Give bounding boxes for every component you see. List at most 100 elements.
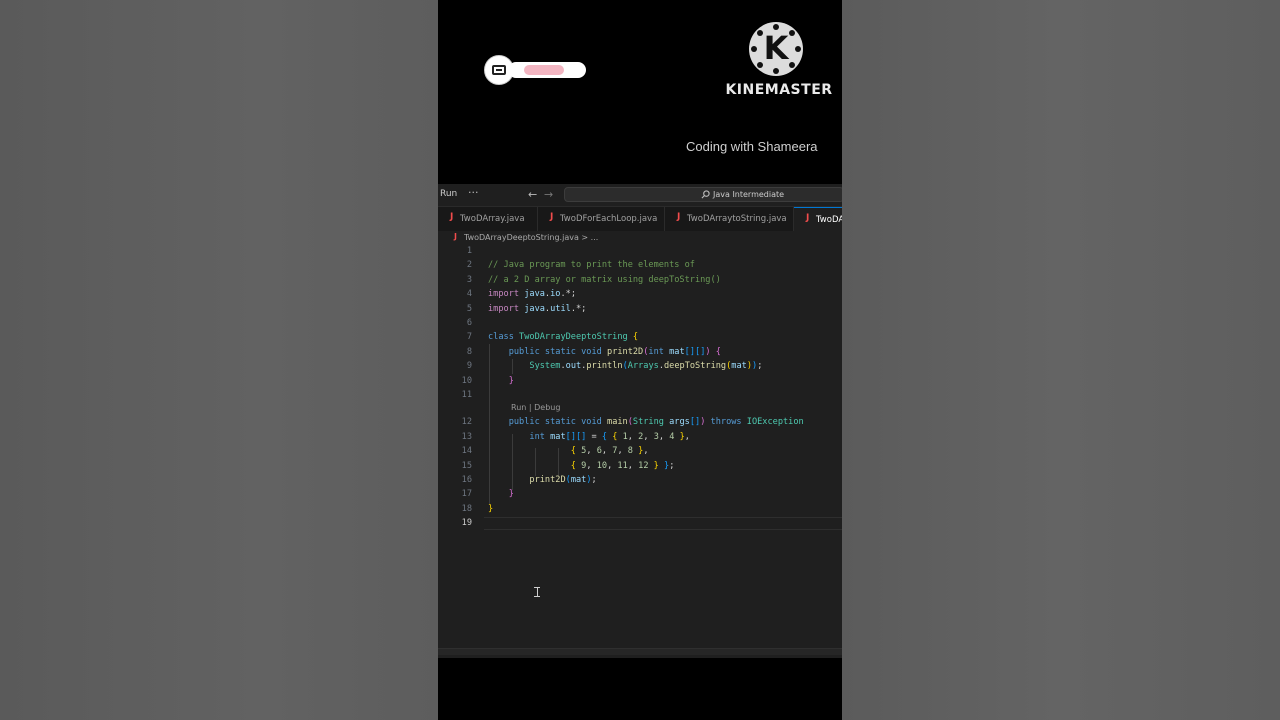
code-token: .*; bbox=[570, 303, 587, 314]
run-debug-codelens[interactable]: Run | Debug bbox=[511, 403, 560, 412]
breadcrumb-path: TwoDArrayDeeptoString.java > ... bbox=[464, 233, 599, 242]
code-token: import bbox=[488, 303, 525, 314]
code-token: 11 bbox=[617, 460, 628, 471]
code-token: // a 2 D array or matrix using deepToStr… bbox=[488, 274, 721, 285]
code-token: ; bbox=[591, 475, 597, 485]
code-token: int bbox=[529, 431, 551, 442]
tab-twodarraytostring[interactable]: J TwoDArraytoString.java bbox=[665, 207, 794, 231]
code-token: } bbox=[648, 460, 659, 471]
command-center-search[interactable]: Java Intermediate bbox=[564, 187, 842, 202]
channel-caption: Coding with Shameera bbox=[686, 139, 818, 154]
code-line[interactable]: System.out.println(Arrays.deepToString(m… bbox=[488, 361, 762, 371]
code-line[interactable]: int mat[][] = { { 1, 2, 3, 4 }, bbox=[488, 432, 690, 442]
more-menu-icon[interactable]: ··· bbox=[468, 186, 479, 199]
code-line[interactable]: // Java program to print the elements of bbox=[488, 260, 695, 270]
code-token: import bbox=[488, 289, 525, 300]
code-token: [] bbox=[695, 346, 706, 357]
menu-run[interactable]: Run bbox=[440, 189, 457, 199]
code-token: , bbox=[684, 431, 690, 442]
line-number: 6 bbox=[466, 318, 472, 328]
code-token: print2D bbox=[529, 475, 566, 485]
search-icon bbox=[701, 190, 710, 199]
blurred-background-right bbox=[842, 0, 1280, 720]
java-file-icon: J bbox=[677, 212, 681, 222]
code-line[interactable]: public static void print2D(int mat[][]) … bbox=[488, 347, 721, 357]
video-frame: K KINEMASTER Run ··· ← → Java Intermedia… bbox=[438, 0, 842, 720]
line-number: 7 bbox=[466, 332, 472, 343]
tab-twodarray[interactable]: J TwoDArray.java bbox=[438, 207, 538, 231]
code-token: class bbox=[488, 332, 520, 343]
kinemaster-logo-icon: K bbox=[749, 22, 803, 76]
code-token: IOException bbox=[746, 417, 804, 428]
tab-label: TwoDArraytoString.java bbox=[687, 214, 787, 224]
horizontal-scrollbar[interactable] bbox=[438, 648, 842, 655]
code-token: , bbox=[586, 460, 597, 471]
code-token: } bbox=[632, 446, 644, 457]
code-token: [] bbox=[689, 417, 701, 428]
code-token: { bbox=[570, 446, 582, 457]
code-line[interactable]: class TwoDArrayDeeptoString { bbox=[488, 332, 638, 342]
code-token: [] bbox=[576, 431, 587, 442]
code-token: out bbox=[565, 361, 582, 372]
code-token: ; bbox=[669, 460, 675, 471]
subscribe-pill bbox=[508, 62, 586, 78]
code-token: mat bbox=[550, 431, 566, 442]
tab-twodarraydeeptostring[interactable]: J TwoDArrayDeeptoString.java bbox=[794, 207, 842, 231]
title-bar: Run ··· ← → Java Intermediate bbox=[438, 184, 842, 207]
line-number: 18 bbox=[461, 503, 472, 514]
code-token: args bbox=[669, 417, 690, 428]
code-token: , bbox=[601, 446, 613, 457]
code-token: [] bbox=[565, 431, 576, 442]
current-line-highlight bbox=[484, 517, 842, 531]
code-editor[interactable]: 1 2// Java program to print the elements … bbox=[438, 244, 842, 644]
code-token: = bbox=[586, 431, 602, 442]
java-file-icon: J bbox=[454, 232, 457, 241]
line-number: 5 bbox=[466, 303, 472, 314]
line-number: 14 bbox=[461, 446, 472, 457]
code-token: , bbox=[643, 446, 649, 457]
line-number: 13 bbox=[461, 431, 472, 442]
code-token: println bbox=[586, 361, 623, 372]
code-line[interactable]: { 5, 6, 7, 8 }, bbox=[488, 446, 649, 456]
java-file-icon: J bbox=[550, 212, 554, 222]
forward-arrow-icon[interactable]: → bbox=[544, 188, 553, 201]
blurred-background-left bbox=[0, 0, 438, 720]
line-number: 17 bbox=[461, 489, 472, 500]
code-token: util bbox=[550, 303, 571, 314]
code-line[interactable]: print2D(mat); bbox=[488, 475, 597, 485]
code-token: , bbox=[586, 446, 597, 457]
back-arrow-icon[interactable]: ← bbox=[528, 188, 537, 201]
code-line[interactable]: import java.io.*; bbox=[488, 289, 576, 299]
code-token: mat bbox=[570, 475, 587, 485]
line-number: 11 bbox=[461, 390, 472, 400]
code-token: } bbox=[508, 489, 514, 500]
code-token: 10 bbox=[596, 460, 608, 471]
code-token: ; bbox=[757, 361, 763, 372]
code-line[interactable]: } bbox=[488, 376, 514, 386]
tab-label: TwoDArray.java bbox=[460, 214, 525, 224]
subscribe-badge[interactable] bbox=[484, 55, 586, 85]
vscode-window: Run ··· ← → Java Intermediate J TwoDArra… bbox=[438, 184, 842, 658]
code-token: .*; bbox=[560, 289, 576, 300]
code-line[interactable]: } bbox=[488, 504, 493, 514]
line-number: 19 bbox=[461, 518, 472, 529]
code-line[interactable]: { 9, 10, 11, 12 } }; bbox=[488, 460, 675, 471]
editor-tabs: J TwoDArray.java J TwoDForEachLoop.java … bbox=[438, 207, 842, 231]
code-line[interactable]: public static void main(String args[]) t… bbox=[488, 417, 804, 427]
tab-twodforeachloop[interactable]: J TwoDForEachLoop.java bbox=[538, 207, 665, 231]
code-token: Arrays bbox=[627, 361, 659, 372]
code-token: } bbox=[674, 431, 685, 442]
code-token: , bbox=[627, 431, 639, 442]
tab-label: TwoDForEachLoop.java bbox=[560, 214, 658, 224]
code-token: TwoDArrayDeeptoString bbox=[519, 332, 633, 343]
code-line[interactable]: import java.util.*; bbox=[488, 304, 586, 314]
line-number: 8 bbox=[466, 346, 472, 357]
code-line[interactable]: // a 2 D array or matrix using deepToStr… bbox=[488, 275, 721, 285]
code-token: } bbox=[658, 460, 670, 471]
code-line[interactable]: } bbox=[488, 489, 514, 499]
code-token: deepToString bbox=[664, 361, 727, 372]
